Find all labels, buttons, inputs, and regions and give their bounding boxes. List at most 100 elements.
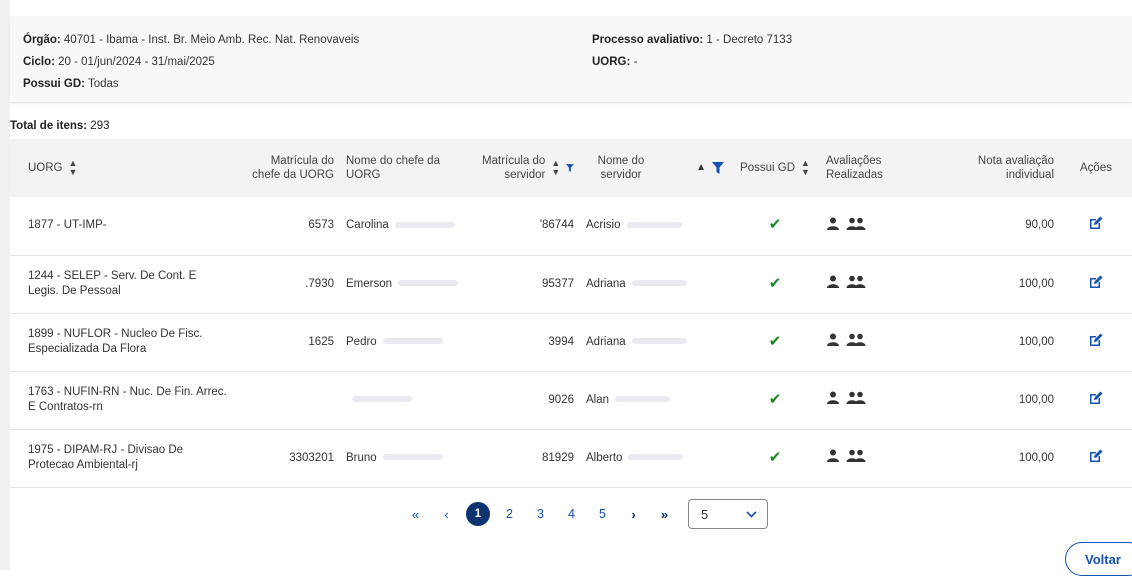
filter-orgao: Órgão: 40701 - Ibama - Inst. Br. Meio Am… [23, 34, 359, 46]
redacted-text [628, 454, 684, 461]
header-nome-servidor[interactable]: Nome do servidor ▲ [580, 139, 730, 197]
header-matricula-chefe: Matrícula do chefe da UORG [235, 139, 340, 197]
check-icon: ✔ [768, 390, 782, 408]
cell-nota: 100,00 [1018, 277, 1054, 290]
cell-uorg: 1244 - SELEP - Serv. De Cont. E Legis. D… [28, 270, 197, 297]
edit-icon[interactable] [1089, 216, 1103, 230]
cell-possui-gd: ✔ [730, 313, 820, 371]
users-icon[interactable] [846, 333, 866, 346]
page-size-value: 5 [701, 506, 709, 522]
edit-icon[interactable] [1089, 391, 1103, 405]
cell-matricula-servidor: 95377 [542, 277, 574, 290]
cell-nome-chefe: Carolina [340, 197, 470, 255]
edit-icon[interactable] [1089, 333, 1103, 347]
check-icon: ✔ [768, 274, 782, 292]
users-icon[interactable] [846, 275, 866, 288]
cell-avaliacoes [820, 429, 930, 487]
page-4-button[interactable]: 4 [556, 507, 587, 521]
redacted-text [626, 222, 682, 229]
header-avaliacoes-label: Avaliações Realizadas [826, 155, 883, 181]
header-nome-chefe-label: Nome do chefe da UORG [346, 155, 440, 181]
table-row: 1975 - DIPAM-RJ - Divisao De Protecao Am… [10, 429, 1132, 487]
left-sidebar-edge [0, 0, 10, 570]
cell-acoes [1060, 197, 1132, 255]
sort-icon[interactable]: ▲ ▼ [69, 159, 78, 177]
header-nota: Nota avaliação individual [930, 139, 1060, 197]
header-avaliacoes: Avaliações Realizadas [820, 139, 930, 197]
filter-possui-value: Todas [84, 78, 119, 90]
back-button[interactable]: Voltar [1065, 542, 1132, 576]
sort-icon[interactable]: ▲ ▼ [551, 159, 560, 177]
cell-possui-gd: ✔ [730, 429, 820, 487]
page-size-select[interactable]: 5 [688, 499, 768, 529]
table-row: 1244 - SELEP - Serv. De Cont. E Legis. D… [10, 255, 1132, 313]
filter-processo-value: 1 - Decreto 7133 [703, 34, 793, 46]
filter-uorg: UORG: - [592, 56, 637, 68]
users-icon[interactable] [846, 449, 866, 462]
cell-nome-servidor: Alan [580, 371, 730, 429]
filter-ciclo-label: Ciclo: [23, 56, 55, 68]
filter-icon[interactable] [712, 162, 724, 174]
redacted-text [382, 338, 443, 345]
redacted-text [352, 396, 412, 403]
page-2-button[interactable]: 2 [494, 507, 525, 521]
cell-avaliacoes [820, 371, 930, 429]
cell-matricula-servidor: 3994 [548, 335, 574, 348]
total-items-value: 293 [87, 120, 110, 132]
sort-ascending-icon[interactable]: ▲ [696, 161, 706, 175]
user-icon[interactable] [826, 217, 840, 230]
cell-uorg: 1877 - UT-IMP- [28, 219, 107, 232]
header-matricula-servidor[interactable]: Matrícula do servidor ▲ ▼ [470, 139, 580, 197]
edit-icon[interactable] [1089, 275, 1103, 289]
cell-matricula-servidor: 81929 [542, 451, 574, 464]
page-1-button[interactable]: 1 [466, 502, 490, 526]
redacted-text [631, 338, 687, 345]
sort-icon[interactable]: ▲ ▼ [801, 159, 810, 177]
redacted-text [382, 454, 443, 461]
cell-nome-servidor: Adriana [580, 255, 730, 313]
user-icon[interactable] [826, 391, 840, 404]
cell-acoes [1060, 371, 1132, 429]
users-icon[interactable] [846, 217, 866, 230]
redacted-text [615, 396, 671, 403]
header-acoes-label: Ações [1080, 162, 1112, 174]
next-page-button[interactable]: › [618, 507, 649, 522]
cell-avaliacoes [820, 197, 930, 255]
table-header-row: UORG ▲ ▼ Matrícula do chefe da UORG Nome … [10, 139, 1132, 197]
cell-nome-servidor: Adriana [580, 313, 730, 371]
cell-possui-gd: ✔ [730, 197, 820, 255]
evaluations-table: UORG ▲ ▼ Matrícula do chefe da UORG Nome … [10, 139, 1132, 488]
table-row: 1899 - NUFLOR - Nucleo De Fisc. Especial… [10, 313, 1132, 371]
user-icon[interactable] [826, 275, 840, 288]
prev-page-button[interactable]: ‹ [431, 507, 462, 522]
header-nota-label: Nota avaliação individual [977, 155, 1054, 181]
cell-possui-gd: ✔ [730, 371, 820, 429]
page-5-button[interactable]: 5 [587, 507, 618, 521]
header-possui-gd[interactable]: Possui GD ▲ ▼ [730, 139, 820, 197]
cell-nota: 90,00 [1025, 219, 1054, 232]
header-acoes: Ações [1060, 139, 1132, 197]
header-matricula-chefe-label: Matrícula do chefe da UORG [252, 155, 334, 181]
cell-uorg: 1975 - DIPAM-RJ - Divisao De Protecao Am… [28, 444, 184, 471]
filter-processo-label: Processo avaliativo: [592, 34, 704, 46]
pagination: « ‹ 1 2 3 4 5 › » 5 [400, 497, 768, 531]
page-3-button[interactable]: 3 [525, 507, 556, 521]
header-uorg-label: UORG [28, 162, 63, 174]
page-header-cut [10, 0, 1132, 16]
edit-icon[interactable] [1089, 449, 1103, 463]
header-matricula-servidor-label: Matrícula do servidor [482, 155, 546, 181]
cell-avaliacoes [820, 313, 930, 371]
user-icon[interactable] [826, 449, 840, 462]
header-possui-gd-label: Possui GD [740, 162, 796, 174]
filter-possui-label: Possui GD: [23, 78, 85, 90]
users-icon[interactable] [846, 391, 866, 404]
header-uorg[interactable]: UORG ▲ ▼ [10, 139, 235, 197]
filter-icon[interactable] [566, 162, 574, 174]
cell-acoes [1060, 313, 1132, 371]
cell-nome-servidor: Alberto [580, 429, 730, 487]
cell-matricula-servidor: '86744 [539, 219, 574, 232]
last-page-button[interactable]: » [649, 507, 680, 522]
user-icon[interactable] [826, 333, 840, 346]
first-page-button[interactable]: « [400, 507, 431, 522]
redacted-text [631, 280, 687, 287]
